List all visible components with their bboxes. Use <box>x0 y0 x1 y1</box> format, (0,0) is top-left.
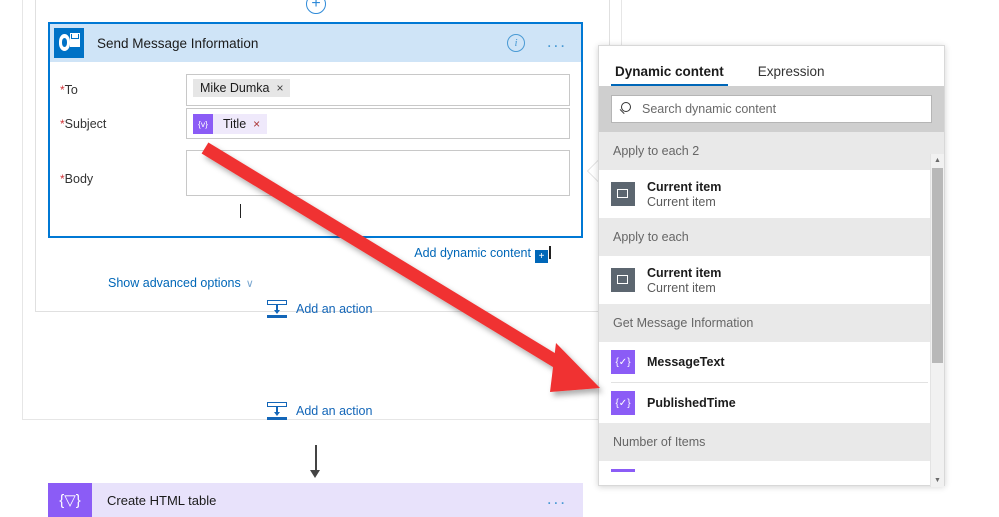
search-placeholder: Search dynamic content <box>642 102 777 116</box>
body-input[interactable] <box>186 150 570 196</box>
text-caret <box>240 204 241 218</box>
to-input[interactable]: Mike Dumka × <box>186 74 570 106</box>
scroll-down-icon[interactable]: ▼ <box>931 474 944 487</box>
token-label: Title <box>223 117 247 131</box>
search-icon <box>612 96 642 122</box>
tab-dynamic-content[interactable]: Dynamic content <box>611 64 728 86</box>
action-card-menu-icon[interactable]: ... <box>547 33 567 51</box>
token-label: Mike Dumka <box>200 81 270 95</box>
add-an-action-label: Add an action <box>296 302 373 316</box>
add-an-action-button-1[interactable]: Add an action <box>266 298 372 320</box>
group-header-get-message-information: Get Message Information <box>599 304 944 342</box>
action-card-header[interactable]: Send Message Information i ... <box>50 24 581 62</box>
search-input[interactable]: Search dynamic content <box>611 95 932 123</box>
create-html-table-title: Create HTML table <box>107 492 217 508</box>
scroll-up-icon[interactable]: ▲ <box>931 154 944 167</box>
list-item-current-item-2[interactable]: Current item Current item <box>599 256 944 304</box>
group-header-number-of-items: Number of Items <box>599 423 944 461</box>
flyout-scrollbar[interactable]: ▲ ▼ <box>930 154 944 487</box>
list-item-messagetext[interactable]: {✓} MessageText <box>599 342 944 382</box>
list-item-current-item-1[interactable]: Current item Current item <box>599 170 944 218</box>
dynamic-token-icon: {✓} <box>611 391 635 415</box>
add-action-icon <box>266 400 288 422</box>
list-item-title: Current item <box>647 265 722 280</box>
add-action-icon <box>266 298 288 320</box>
outlook-icon <box>54 28 84 58</box>
token-remove-icon[interactable]: × <box>253 117 267 131</box>
field-label-to: *To <box>60 83 78 97</box>
field-label-subject: *Subject <box>60 117 107 131</box>
add-an-action-button-2[interactable]: Add an action <box>266 400 372 422</box>
add-dynamic-content-link[interactable]: Add dynamic content + <box>414 246 551 263</box>
flow-designer-canvas: + Send Message Information i ... *To Mik… <box>0 0 999 517</box>
list-item-subtitle: Current item <box>647 194 716 209</box>
add-dynamic-content-label: Add dynamic content <box>414 246 531 260</box>
list-item-subtitle: Current item <box>647 280 716 295</box>
dynamic-token-icon: {✓} <box>611 469 635 472</box>
dynamic-content-flyout[interactable]: Dynamic content Expression Search dynami… <box>598 45 945 487</box>
current-item-icon <box>611 268 635 292</box>
dynamic-token-icon: {✓} <box>611 350 635 374</box>
group-header-apply-to-each-2: Apply to each 2 <box>599 132 944 170</box>
create-html-table-menu-icon[interactable]: ... <box>547 489 567 509</box>
tab-expression[interactable]: Expression <box>754 64 829 86</box>
list-item-output[interactable]: {✓} Output <box>599 461 944 472</box>
flyout-search-bar: Search dynamic content <box>599 86 944 132</box>
list-item-title: Current item <box>647 179 722 194</box>
show-advanced-options-link[interactable]: Show advanced options ∨ <box>108 276 254 290</box>
chevron-down-icon: ∨ <box>245 278 254 290</box>
info-icon[interactable]: i <box>507 34 525 52</box>
mouse-cursor <box>549 246 551 259</box>
token-remove-icon[interactable]: × <box>276 81 283 95</box>
token-title[interactable]: {v} Title × <box>193 114 268 134</box>
subject-input[interactable]: {v} Title × <box>186 108 570 139</box>
flyout-tabs: Dynamic content Expression <box>599 46 944 86</box>
group-header-apply-to-each: Apply to each <box>599 218 944 256</box>
add-dynamic-content-plus-icon[interactable]: + <box>535 250 548 263</box>
dynamic-content-list[interactable]: Apply to each 2 Current item Current ite… <box>599 132 944 472</box>
current-item-icon <box>611 182 635 206</box>
action-card-send-message-information[interactable]: Send Message Information i ... *To Mike … <box>48 22 583 290</box>
connector-arrow-icon <box>310 470 320 478</box>
token-mike-dumka[interactable]: Mike Dumka × <box>193 79 291 97</box>
action-card-title: Send Message Information <box>97 35 259 51</box>
scrollbar-thumb[interactable] <box>932 168 943 363</box>
dynamic-token-icon: {v} <box>193 114 213 134</box>
action-card-create-html-table[interactable]: {▽} Create HTML table ... <box>48 483 583 517</box>
action-card-body: *To Mike Dumka × *Subject {v} Title × *B… <box>50 62 581 290</box>
data-operation-icon: {▽} <box>48 483 92 517</box>
list-item-title: MessageText <box>647 355 725 369</box>
list-item-title: PublishedTime <box>647 396 736 410</box>
list-item-publishedtime[interactable]: {✓} PublishedTime <box>599 383 944 423</box>
add-an-action-label: Add an action <box>296 404 373 418</box>
show-advanced-options-label: Show advanced options <box>108 276 241 290</box>
field-label-body: *Body <box>60 172 94 186</box>
connector-line <box>315 445 317 473</box>
